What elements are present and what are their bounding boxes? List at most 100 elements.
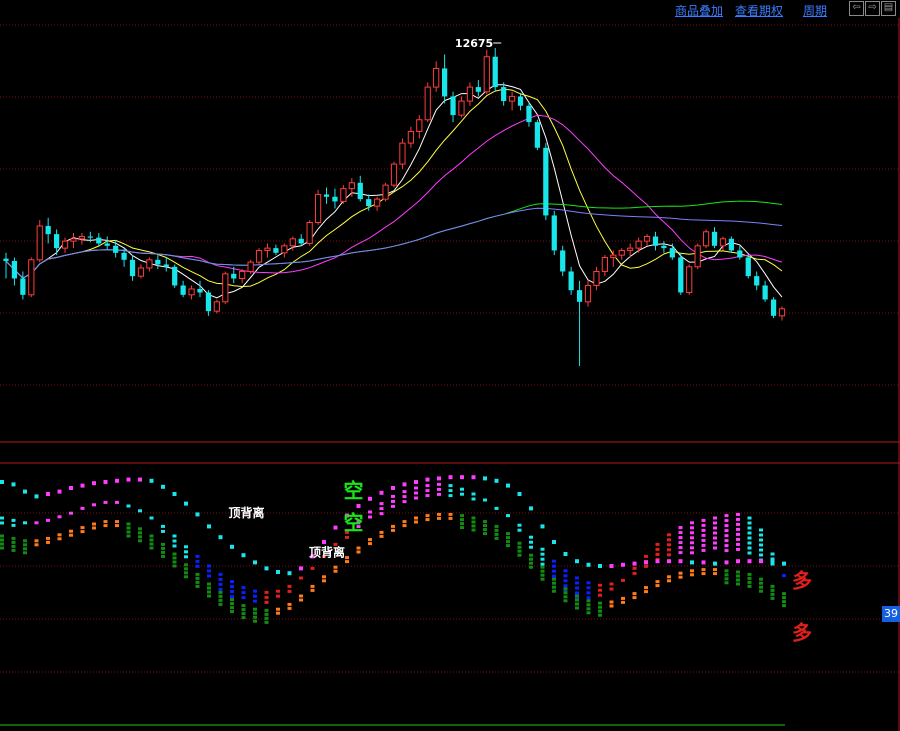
indicator-dot-a <box>379 490 384 495</box>
indicator-step <box>230 598 234 602</box>
indicator-bar-segment <box>241 591 246 595</box>
indicator-step <box>782 600 786 604</box>
indicator-bar-segment <box>448 484 453 488</box>
indicator-bar-segment <box>575 591 579 595</box>
indicator-bar-segment <box>713 521 717 525</box>
indicator-step <box>103 520 108 524</box>
indicator-bar-segment <box>414 486 418 490</box>
candle-body <box>231 273 237 279</box>
indicator-dot-a <box>23 489 27 494</box>
indicator-annotation: 多 <box>792 569 812 593</box>
indicator-step <box>276 607 280 611</box>
chart-canvas: 12675 顶背离顶背离空空多多 <box>0 18 900 731</box>
indicator-dot-a <box>253 560 257 565</box>
indicator-marks <box>0 475 786 624</box>
indicator-bar-segment <box>218 587 223 591</box>
indicator-bar-segment <box>747 516 752 520</box>
candle-body <box>517 96 524 106</box>
candle-body <box>188 288 195 296</box>
indicator-step <box>299 598 303 602</box>
indicator-step <box>253 611 257 615</box>
indicator-bar-segment <box>402 490 407 494</box>
indicator-step <box>34 543 39 547</box>
candlestick <box>678 252 684 295</box>
indicator-step <box>517 545 522 549</box>
indicator-bar-segment <box>218 577 223 581</box>
indicator-bar-segment <box>736 537 740 541</box>
indicator-bar-segment <box>667 543 671 547</box>
candle-body <box>526 105 532 123</box>
indicator-step <box>0 542 4 546</box>
candlestick <box>137 264 145 279</box>
indicator-step <box>471 524 476 528</box>
indicator-step <box>46 540 50 544</box>
candle-body <box>669 248 675 258</box>
indicator-step <box>425 514 430 518</box>
indicator-bar-segment <box>368 515 372 519</box>
indicator-bar-segment <box>598 583 602 587</box>
candlestick <box>618 248 625 260</box>
indicator-bar-segment <box>368 510 372 514</box>
indicator-annotation: 顶背离 <box>229 505 265 520</box>
indicator-bar-segment <box>632 571 637 575</box>
indicator-bar-segment <box>667 538 671 542</box>
candlestick <box>247 259 254 274</box>
candlestick <box>593 266 600 291</box>
indicator-bar-segment <box>402 495 407 499</box>
indicator-bar-segment <box>770 552 775 556</box>
indicator-step <box>34 539 39 543</box>
indicator-dot-a <box>724 560 729 565</box>
indicator-dot-a <box>701 560 706 565</box>
indicator-bar-segment <box>391 499 395 503</box>
indicator-step <box>172 552 177 556</box>
indicator-step <box>644 590 648 594</box>
indicator-step <box>667 575 671 579</box>
indicator-step <box>552 585 556 589</box>
indicator-bar-segment <box>264 600 269 604</box>
candle-body <box>711 231 718 246</box>
indicator-step <box>563 599 568 603</box>
candlestick <box>424 82 431 123</box>
candle-body <box>543 147 549 216</box>
indicator-bar-segment <box>69 511 73 515</box>
indicator-dot-a <box>333 525 338 530</box>
candlestick <box>686 264 693 295</box>
candlestick <box>163 257 169 272</box>
indicator-step <box>414 520 418 524</box>
indicator-step <box>161 546 165 550</box>
candlestick <box>416 115 423 139</box>
indicator-step <box>23 543 27 547</box>
indicator-dot-a <box>437 476 441 481</box>
indicator-bar-segment <box>586 591 591 595</box>
panel-separators <box>0 18 900 731</box>
indicator-step <box>655 584 660 588</box>
indicator-step <box>598 609 602 613</box>
indicator-step <box>575 594 579 598</box>
indicator-step <box>184 567 188 571</box>
candle-body <box>332 196 338 202</box>
candle-body <box>399 142 406 165</box>
indicator-dot-a <box>46 492 50 496</box>
indicator-bar-segment <box>172 544 177 548</box>
indicator-dot-a <box>172 492 177 496</box>
indicator-step <box>483 532 487 536</box>
indicator-step <box>218 594 223 598</box>
indicator-dot-a <box>736 559 740 564</box>
indicator-dot-a <box>115 478 119 483</box>
indicator-bar-segment <box>690 541 694 545</box>
indicator-bar-segment <box>540 557 545 561</box>
indicator-step <box>690 569 694 573</box>
indicator-step <box>115 524 119 528</box>
candlestick <box>762 280 768 302</box>
candlestick <box>576 280 583 366</box>
indicator-step <box>759 577 763 581</box>
indicator-step <box>138 527 142 531</box>
candle-body <box>450 96 456 116</box>
indicator-dot-a <box>207 524 211 529</box>
candlestick <box>643 234 651 246</box>
indicator-bar-segment <box>747 536 752 540</box>
indicator-bar-segment <box>575 586 579 590</box>
indicator-bar-segment <box>494 506 499 510</box>
candle-body <box>247 261 254 272</box>
indicator-step <box>621 596 625 600</box>
